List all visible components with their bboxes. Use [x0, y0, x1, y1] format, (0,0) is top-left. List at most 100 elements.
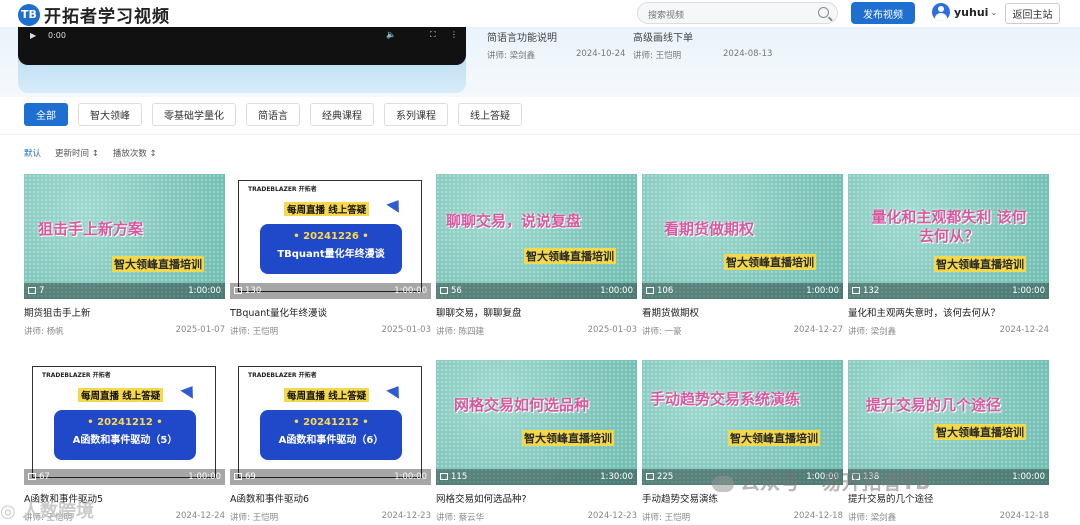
video-count-icon: [646, 287, 654, 294]
video-date: 2025-01-03: [381, 325, 431, 335]
video-date: 2024-12-27: [793, 325, 843, 335]
poster-image: TRADEBLAZER 开拓者 每周直播 线上答疑 • 20241226 • T…: [230, 174, 431, 299]
video-card[interactable]: 提升交易的几个途径 智大领峰直播培训 138 1:00:00 提升交易的几个途径…: [848, 360, 1049, 523]
poster-date: • 20241212 •: [87, 417, 163, 428]
video-title[interactable]: 期货狙击手上新: [24, 305, 225, 319]
video-author: 讲师: 杨帆: [24, 327, 64, 337]
video-title[interactable]: 看期货做期权: [642, 305, 843, 319]
video-thumbnail[interactable]: 看期货做期权 智大领峰直播培训 106 1:00:00: [642, 174, 843, 299]
thumbnail-info-bar: 130 1:00:00: [230, 283, 431, 299]
duration: 1:00:00: [600, 286, 633, 296]
video-card[interactable]: 聊聊交易，说说复盘 智大领峰直播培训 56 1:00:00 聊聊交易，聊聊复盘 …: [436, 174, 637, 337]
duration: 1:00:00: [394, 472, 427, 482]
video-card[interactable]: TRADEBLAZER 开拓者 每周直播 线上答疑 • 20241226 • T…: [230, 174, 431, 337]
sort-play-count[interactable]: 播放次数 ↕: [113, 147, 157, 159]
tab-online-qa[interactable]: 线上答疑: [458, 103, 522, 126]
thumbnail-subtitle: 智大领峰直播培训: [934, 256, 1026, 272]
related-video-date: 2024-10-24: [576, 49, 626, 59]
chevron-down-icon: ⌄: [990, 7, 998, 17]
video-thumbnail[interactable]: 狙击手上新方案 智大领峰直播培训 7 1:00:00: [24, 174, 225, 299]
player-time: 0:00: [48, 31, 66, 40]
poster-date: • 20241226 •: [293, 231, 369, 242]
sort-update-time[interactable]: 更新时间 ↕: [55, 147, 99, 159]
video-title[interactable]: TBquant量化年终漫谈: [230, 305, 431, 319]
video-thumbnail[interactable]: 网格交易如何选品种 智大领峰直播培训 115 1:30:00: [436, 360, 637, 485]
thumbnail-info-bar: 132 1:00:00: [848, 283, 1049, 299]
thumbnail-subtitle: 智大领峰直播培训: [724, 254, 816, 270]
tab-simple-language[interactable]: 简语言: [246, 103, 300, 126]
video-date: 2025-01-03: [587, 325, 637, 335]
video-card[interactable]: 看期货做期权 智大领峰直播培训 106 1:00:00 看期货做期权 讲师: 一…: [642, 174, 843, 337]
video-player[interactable]: ▶ 0:00 🔈 ⛶ ⋮: [18, 27, 466, 65]
video-title[interactable]: A函数和事件驱动6: [230, 491, 431, 505]
thumbnail-info-bar: 7 1:00:00: [24, 283, 225, 299]
username: yuhui: [954, 5, 989, 19]
poster-topic: A函数和事件驱动（6）: [278, 435, 384, 446]
related-video-title[interactable]: 简语言功能说明: [487, 29, 557, 44]
video-count-icon: [646, 473, 654, 480]
video-thumbnail[interactable]: TRADEBLAZER 开拓者 每周直播 线上答疑 • 20241212 • A…: [24, 360, 225, 485]
wechat-watermark: 公众号 · 易开拓者TB: [712, 466, 930, 495]
more-options-icon[interactable]: ⋮: [450, 30, 458, 39]
video-card[interactable]: 狙击手上新方案 智大领峰直播培训 7 1:00:00 期货狙击手上新 讲师: 杨…: [24, 174, 225, 337]
tab-zero-basis-quant[interactable]: 零基础学量化: [152, 103, 236, 126]
poster-box: • 20241212 • A函数和事件驱动（5）: [54, 410, 196, 460]
volume-icon[interactable]: 🔈: [386, 30, 396, 39]
play-icon[interactable]: ▶: [30, 31, 36, 40]
thumbnail-title: 狙击手上新方案: [38, 220, 144, 238]
featured-banner: ▶ 0:00 🔈 ⛶ ⋮ 简语言功能说明 讲师: 梁剑鑫 2024-10-24 …: [0, 27, 1080, 97]
site-logo[interactable]: TB 开拓者学习视频: [18, 2, 170, 27]
tab-classic-courses[interactable]: 经典课程: [310, 103, 374, 126]
thumbnail-info-bar: 67 1:00:00: [24, 469, 225, 485]
search-icon[interactable]: [818, 7, 829, 18]
thumbnail-info-bar: 56 1:00:00: [436, 283, 637, 299]
video-count-icon: [234, 287, 242, 294]
view-count: 7: [39, 286, 45, 296]
sort-default[interactable]: 默认: [24, 147, 41, 159]
tab-all[interactable]: 全部: [24, 103, 68, 126]
thumbnail-title: 聊聊交易，说说复盘: [446, 212, 582, 230]
video-author: 讲师: 蔡云华: [436, 513, 485, 523]
fullscreen-icon[interactable]: ⛶: [430, 30, 436, 40]
video-thumbnail[interactable]: TRADEBLAZER 开拓者 每周直播 线上答疑 • 20241212 • A…: [230, 360, 431, 485]
related-video-date: 2024-08-13: [723, 49, 773, 59]
tab-series-courses[interactable]: 系列课程: [384, 103, 448, 126]
view-count: 67: [39, 472, 50, 482]
tab-zhida-lingfeng[interactable]: 智大领峰: [78, 103, 142, 126]
video-thumbnail[interactable]: TRADEBLAZER 开拓者 每周直播 线上答疑 • 20241226 • T…: [230, 174, 431, 299]
thumbnail-info-bar: 115 1:30:00: [436, 469, 637, 485]
video-author: 讲师: 梁剑鑫: [848, 513, 897, 523]
logo-icon: TB: [18, 3, 40, 26]
corner-watermark: ◎ 人数跨境: [0, 501, 94, 522]
view-count: 225: [657, 472, 674, 482]
view-count: 132: [863, 286, 880, 296]
video-card[interactable]: 手动趋势交易系统演练 智大领峰直播培训 225 1:00:00 手动趋势交易演练…: [642, 360, 843, 523]
video-author: 讲师: 王恺明: [230, 513, 279, 523]
duration: 1:00:00: [394, 286, 427, 296]
publish-video-button[interactable]: 发布视频: [851, 2, 915, 24]
avatar: [932, 3, 950, 21]
thumbnail-subtitle: 智大领峰直播培训: [522, 430, 614, 446]
video-title[interactable]: 量化和主观两失意时，该何去何从？: [848, 305, 1049, 319]
video-date: 2024-12-18: [999, 511, 1049, 521]
video-title[interactable]: 网格交易如何选品种?: [436, 491, 637, 505]
poster-tag: 每周直播 线上答疑: [284, 388, 370, 402]
poster-box: • 20241212 • A函数和事件驱动（6）: [260, 410, 402, 460]
video-thumbnail[interactable]: 量化和主观都失利 该何去何从？ 智大领峰直播培训 132 1:00:00: [848, 174, 1049, 299]
video-thumbnail[interactable]: 聊聊交易，说说复盘 智大领峰直播培训 56 1:00:00: [436, 174, 637, 299]
back-to-main-site-button[interactable]: 返回主站: [1005, 3, 1060, 24]
poster-brand: TRADEBLAZER 开拓者: [248, 186, 317, 193]
video-card[interactable]: 网格交易如何选品种 智大领峰直播培训 115 1:30:00 网格交易如何选品种…: [436, 360, 637, 523]
duration: 1:00:00: [188, 286, 221, 296]
video-title[interactable]: 聊聊交易，聊聊复盘: [436, 305, 637, 319]
thumbnail-subtitle: 智大领峰直播培训: [728, 430, 820, 446]
video-card[interactable]: TRADEBLAZER 开拓者 每周直播 线上答疑 • 20241212 • A…: [230, 360, 431, 523]
thumbnail-title: 量化和主观都失利 该何去何从？: [871, 208, 1027, 245]
user-menu[interactable]: yuhui ⌄: [932, 3, 997, 21]
video-date: 2024-12-23: [587, 511, 637, 521]
related-video-title[interactable]: 高级画线下单: [633, 29, 693, 44]
thumbnail-title: 网格交易如何选品种: [454, 396, 590, 414]
search-input[interactable]: [648, 6, 818, 26]
video-card[interactable]: 量化和主观都失利 该何去何从？ 智大领峰直播培训 132 1:00:00 量化和…: [848, 174, 1049, 337]
video-count-icon: [28, 473, 36, 480]
